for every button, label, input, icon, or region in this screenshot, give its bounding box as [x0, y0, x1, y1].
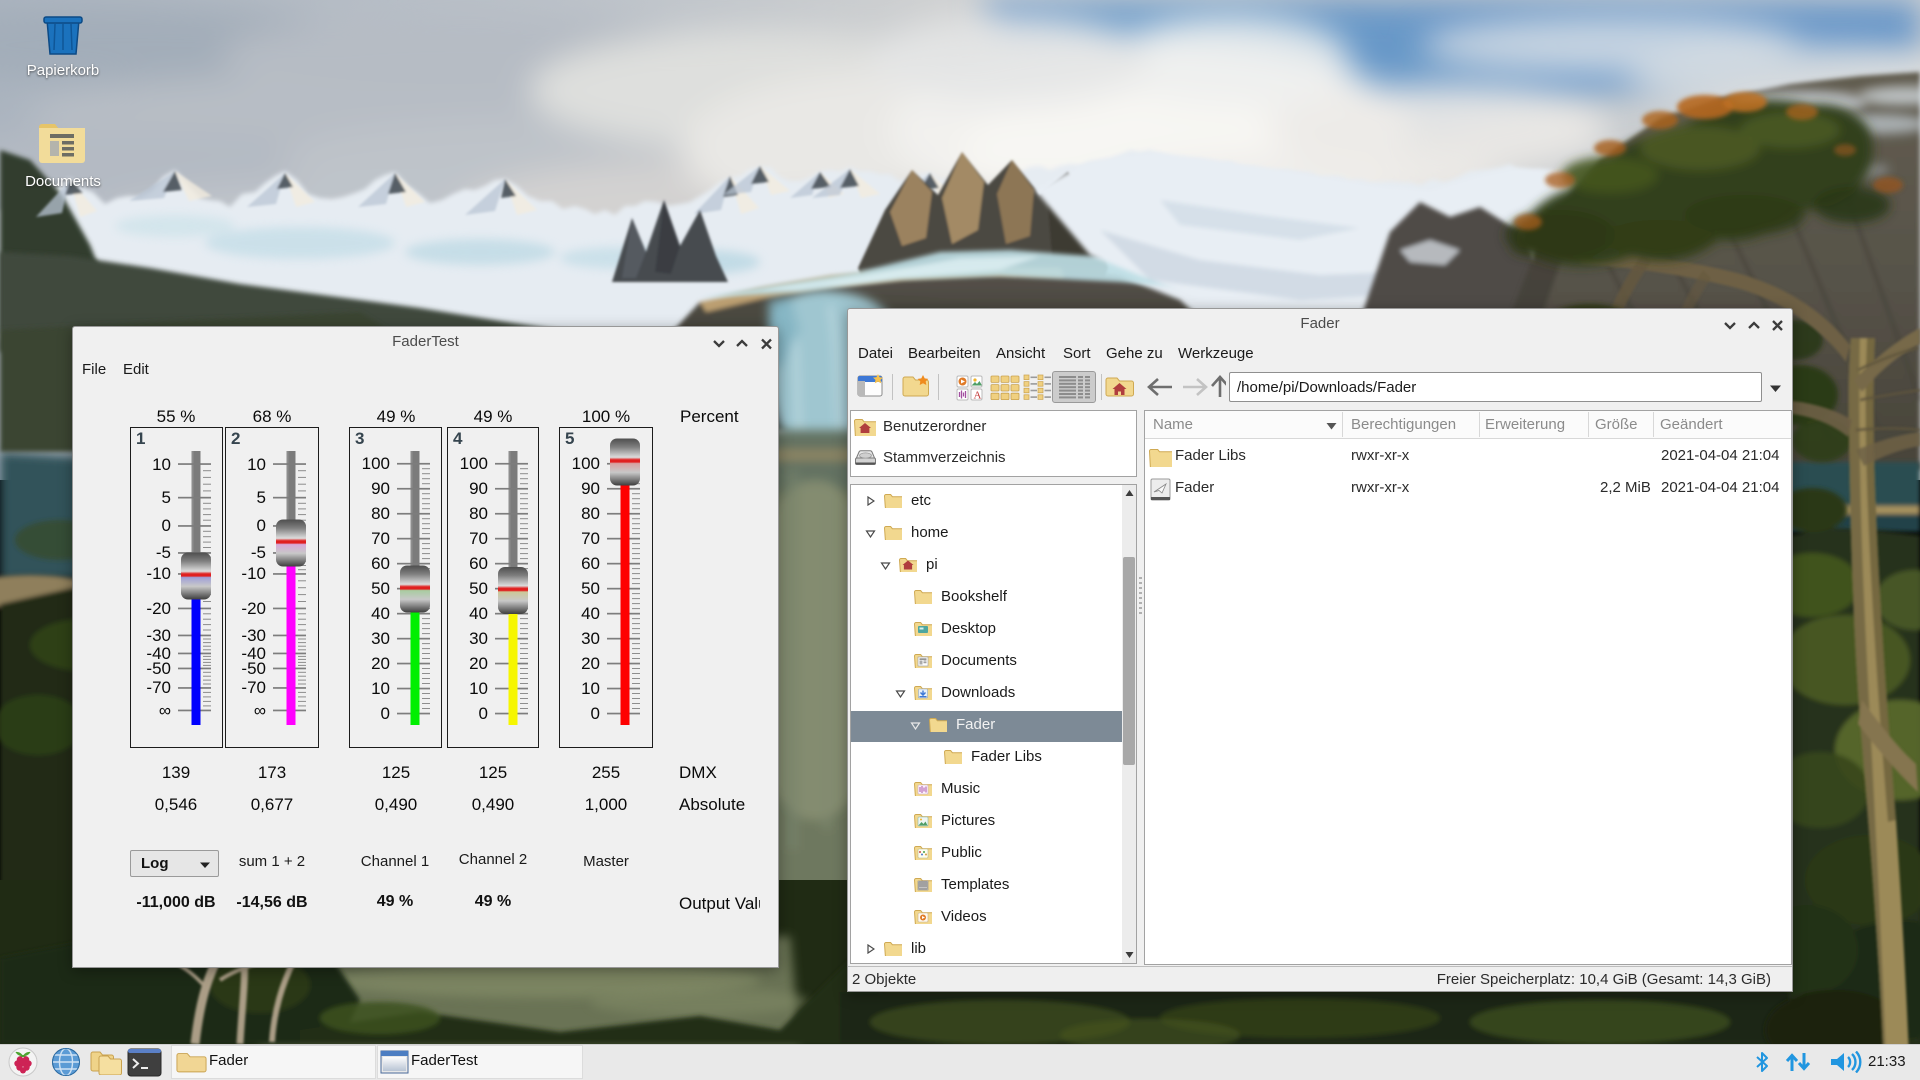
svg-text:A: A	[974, 390, 982, 402]
